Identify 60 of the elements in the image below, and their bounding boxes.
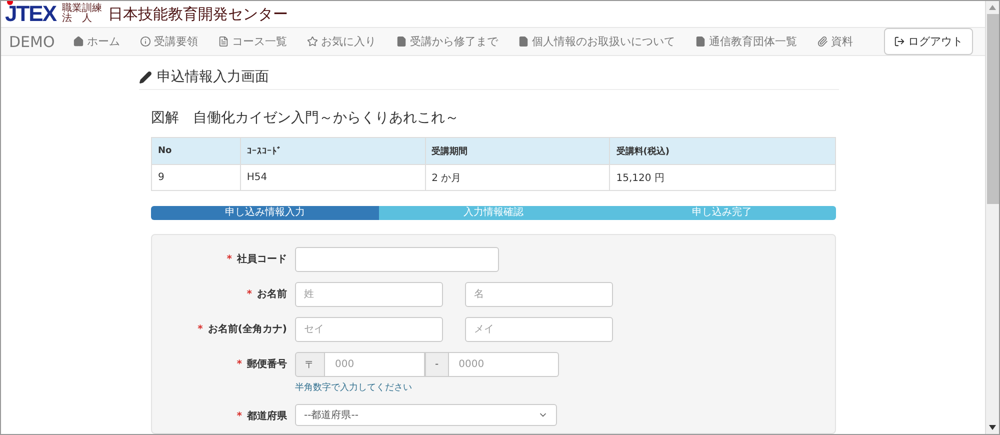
- table-cell: 2 か月: [425, 164, 610, 190]
- logo: JTEX: [5, 1, 56, 27]
- column-header: ｺｰｽｺｰﾄﾞ: [240, 138, 426, 164]
- field-label: * 郵便番号: [236, 358, 287, 372]
- input-field[interactable]: セイ: [295, 317, 443, 342]
- scroll-down-icon[interactable]: [989, 425, 996, 430]
- table-cell: H54: [240, 164, 426, 190]
- home-icon: [72, 36, 84, 47]
- table-cell: 9: [152, 164, 240, 190]
- file-icon: [694, 36, 706, 47]
- org-name: 日本技能教育開発センター: [108, 4, 288, 24]
- input-field[interactable]: 0000: [448, 352, 559, 377]
- logout-button[interactable]: ログアウト: [884, 28, 973, 55]
- progress-step: 入力情報確認: [379, 206, 608, 220]
- nav-link[interactable]: お気に入り: [306, 34, 376, 49]
- pencil-icon: [139, 70, 152, 84]
- page-title: 申込情報入力画面: [157, 68, 269, 86]
- scrollbar[interactable]: [985, 1, 999, 434]
- nav-link[interactable]: 個人情報のお取扱いについて: [518, 34, 675, 49]
- document-icon: [218, 36, 229, 47]
- paperclip-icon: [816, 36, 828, 47]
- nav-link[interactable]: 受講から修了まで: [396, 34, 498, 49]
- field-label: * 都道府県: [236, 409, 287, 424]
- required-mark: *: [236, 411, 242, 422]
- nav-link[interactable]: ホーム: [72, 34, 120, 49]
- brand-link[interactable]: DEMO: [9, 32, 55, 50]
- required-mark: *: [236, 359, 242, 370]
- input-field[interactable]: [295, 247, 499, 272]
- course-title: 図解 自働化カイゼン入門～からくりあれこれ～: [151, 109, 460, 127]
- nav-link[interactable]: 資料: [816, 34, 853, 49]
- input-field[interactable]: 名: [465, 282, 613, 307]
- nav-link[interactable]: コース一覧: [218, 34, 287, 49]
- column-header: No: [152, 138, 240, 164]
- input-field[interactable]: 000: [325, 352, 425, 377]
- star-icon: [306, 36, 318, 47]
- field-label: * お名前(全角カナ): [196, 322, 287, 337]
- file-icon: [518, 36, 529, 47]
- progress-step: 申し込み完了: [608, 206, 836, 220]
- field-label: * 社員コード: [226, 252, 287, 267]
- required-mark: *: [198, 324, 203, 335]
- postal-prefix: 〒: [295, 352, 325, 377]
- table-cell: 15,120 円: [610, 164, 836, 190]
- info-icon: [140, 36, 151, 47]
- file-icon: [396, 36, 407, 47]
- column-header: 受講料(税込): [610, 138, 836, 164]
- progress-step: 申し込み情報入力: [151, 206, 380, 220]
- nav-link[interactable]: 通信教育団体一覧: [694, 34, 797, 49]
- column-header: 受講期間: [425, 138, 610, 164]
- help-text: 半角数字で入力してください: [295, 382, 413, 394]
- scroll-up-icon[interactable]: [989, 5, 996, 10]
- logout-icon: [894, 36, 905, 47]
- field-label: * お名前: [246, 288, 287, 302]
- separator-addon: -: [425, 352, 449, 377]
- select-field[interactable]: --都道府県--: [295, 404, 557, 426]
- input-field[interactable]: 姓: [295, 282, 443, 307]
- input-field[interactable]: メイ: [465, 317, 613, 342]
- org-type-label: 職業訓練 法 人: [62, 4, 102, 24]
- required-mark: *: [226, 254, 232, 265]
- nav-link[interactable]: 受講要領: [140, 34, 198, 49]
- required-mark: *: [246, 289, 252, 300]
